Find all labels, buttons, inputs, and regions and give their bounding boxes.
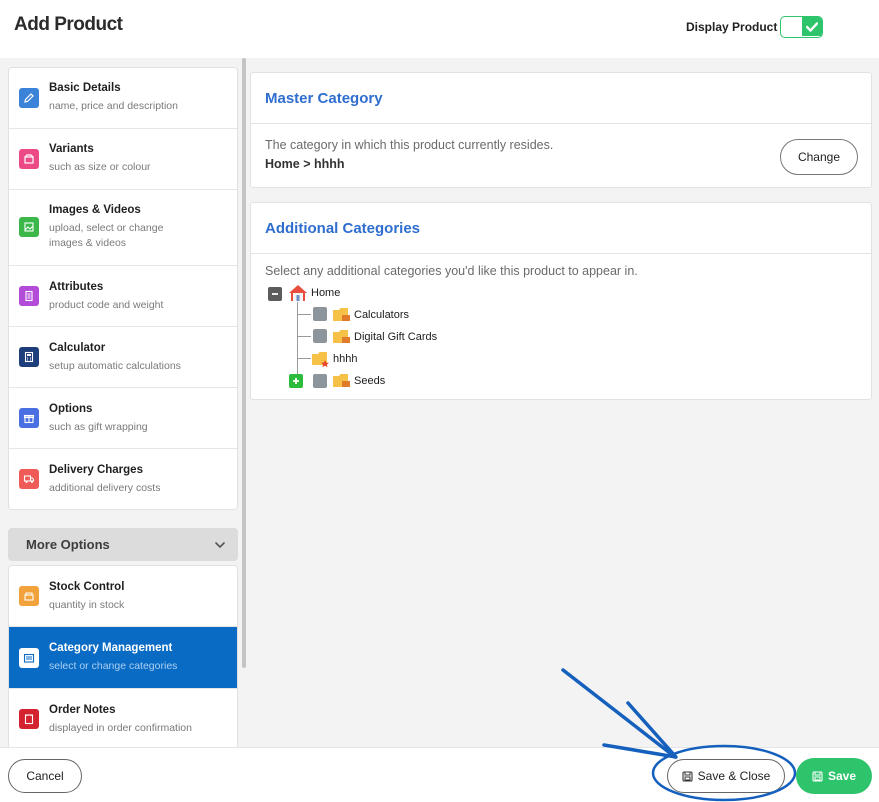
folder-icon [332, 307, 351, 322]
expand-icon[interactable] [289, 374, 303, 388]
chevron-down-icon [214, 538, 226, 556]
page-title: Add Product [14, 14, 123, 35]
display-product-toggle[interactable] [780, 16, 823, 38]
sidebar-item-images-videos[interactable]: Images & Videos upload, select or change… [9, 190, 237, 266]
tree-line [297, 358, 311, 359]
sidebar-item-subtitle: setup automatic calculations [49, 360, 181, 372]
image-icon [19, 217, 39, 237]
tree-line [297, 336, 311, 337]
tree-node-home[interactable]: Home [311, 287, 340, 299]
sidebar-item-title: Images & Videos [49, 204, 141, 216]
stock-icon [19, 586, 39, 606]
checkbox-seeds[interactable] [313, 374, 327, 388]
master-category-panel: Master Category The category in which th… [250, 72, 872, 188]
sidebar-item-subtitle: select or change categories [49, 660, 178, 672]
sidebar-item-title: Basic Details [49, 82, 121, 94]
sidebar-item-title: Stock Control [49, 581, 125, 593]
save-close-button[interactable]: Save & Close [667, 759, 785, 793]
category-icon [19, 648, 39, 668]
tree-node-calculators[interactable]: Calculators [354, 309, 409, 321]
folder-icon [332, 373, 351, 388]
category-tree: Home Calculators Digital Gift Cards hhhh… [251, 203, 871, 399]
collapse-icon[interactable] [268, 287, 282, 301]
sidebar-item-subtitle: product code and weight [49, 299, 164, 311]
sidebar-item-subtitle: displayed in order confirmation [49, 722, 192, 734]
tree-node-digital-gift-cards[interactable]: Digital Gift Cards [354, 331, 437, 343]
save-button[interactable]: Save [796, 758, 872, 794]
save-label: Save [827, 769, 857, 783]
change-button[interactable]: Change [780, 139, 858, 175]
truck-icon [19, 469, 39, 489]
sidebar-item-stock-control[interactable]: Stock Control quantity in stock [9, 566, 237, 627]
more-options-toggle[interactable]: More Options [8, 528, 238, 561]
sidebar: Basic Details name, price and descriptio… [0, 58, 245, 748]
save-close-label: Save & Close [697, 769, 771, 783]
sidebar-item-title: Calculator [49, 342, 106, 354]
sidebar-item-title: Category Management [49, 642, 173, 654]
starred-folder-icon [311, 351, 330, 368]
sidebar-item-variants[interactable]: Variants such as size or colour [9, 129, 237, 190]
sidebar-item-attributes[interactable]: Attributes product code and weight [9, 266, 237, 327]
display-product-label: Display Product [686, 20, 778, 34]
sidebar-item-title: Attributes [49, 281, 104, 293]
cancel-button[interactable]: Cancel [8, 759, 82, 793]
sidebar-item-title: Delivery Charges [49, 464, 143, 476]
footer: Cancel Save & Close Save [0, 747, 879, 802]
checkbox-calculators[interactable] [313, 307, 327, 321]
save-icon [812, 770, 823, 782]
gift-icon [19, 408, 39, 428]
master-category-path: Home > hhhh [265, 157, 345, 171]
calculator-icon [19, 347, 39, 367]
master-category-description: The category in which this product curre… [265, 138, 554, 152]
sidebar-item-title: Variants [49, 143, 94, 155]
annotation-arrow-shaft [561, 668, 677, 759]
folder-icon [332, 329, 351, 344]
master-category-title: Master Category [265, 90, 383, 107]
nav-group-main: Basic Details name, price and descriptio… [8, 67, 238, 510]
sidebar-item-order-notes[interactable]: Order Notes displayed in order confirmat… [9, 689, 237, 748]
tree-line [297, 314, 311, 315]
document-icon [19, 286, 39, 306]
tree-node-seeds[interactable]: Seeds [354, 375, 385, 387]
save-icon [682, 770, 693, 782]
master-category-header: Master Category [251, 73, 871, 124]
sidebar-item-subtitle: such as gift wrapping [49, 421, 148, 433]
sidebar-item-subtitle: name, price and description [49, 100, 178, 112]
sidebar-item-title: Order Notes [49, 704, 116, 716]
nav-group-more: Stock Control quantity in stock Category… [8, 565, 238, 748]
notes-icon [19, 709, 39, 729]
tree-node-hhhh[interactable]: hhhh [333, 353, 357, 365]
sidebar-scrollbar[interactable] [242, 58, 246, 668]
box-icon [19, 149, 39, 169]
home-icon [288, 284, 308, 302]
additional-categories-panel: Additional Categories Select any additio… [250, 202, 872, 400]
sidebar-item-subtitle: upload, select or change images & videos [49, 222, 164, 249]
sidebar-item-delivery-charges[interactable]: Delivery Charges additional delivery cos… [9, 449, 237, 509]
sidebar-item-subtitle: quantity in stock [49, 599, 125, 611]
header: Add Product Display Product [0, 0, 879, 58]
sidebar-item-options[interactable]: Options such as gift wrapping [9, 388, 237, 449]
sidebar-item-calculator[interactable]: Calculator setup automatic calculations [9, 327, 237, 388]
more-options-label: More Options [26, 537, 110, 552]
sidebar-item-title: Options [49, 403, 93, 415]
checkbox-digital-gift-cards[interactable] [313, 329, 327, 343]
sidebar-item-subtitle: additional delivery costs [49, 482, 161, 494]
pencil-icon [19, 88, 39, 108]
sidebar-item-category-management[interactable]: Category Management select or change cat… [9, 627, 237, 689]
check-icon [802, 17, 822, 36]
sidebar-item-basic-details[interactable]: Basic Details name, price and descriptio… [9, 68, 237, 129]
sidebar-item-subtitle: such as size or colour [49, 161, 151, 173]
